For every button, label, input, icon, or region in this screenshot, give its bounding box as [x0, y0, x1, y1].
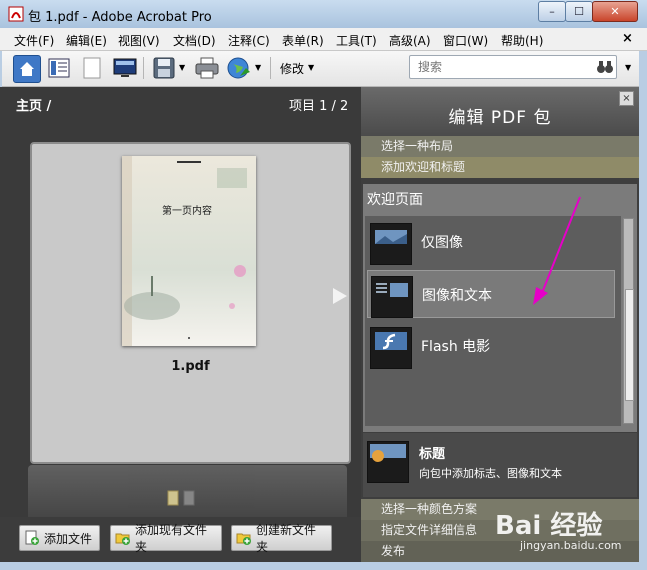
package-preview-pane: 主页 / 项目 1 / 2 第一页内容 1.pdf 添加文件 添加现有文件夹 创… [0, 87, 361, 562]
breadcrumb-home[interactable]: 主页 / [16, 95, 51, 114]
expand-panel-arrow-icon[interactable] [333, 288, 347, 304]
list-view-icon [48, 58, 70, 78]
window-frame [0, 562, 647, 570]
search-input[interactable] [416, 59, 588, 75]
search-box[interactable] [409, 55, 617, 79]
panel-header: 编辑 PDF 包 × [361, 87, 639, 136]
document-filename: 1.pdf [171, 359, 210, 374]
menu-view[interactable]: 视图(V) [118, 32, 160, 49]
options-scrollbar[interactable] [623, 218, 634, 424]
watermark-url: jingyan.baidu.com [520, 539, 622, 552]
presentation-view-button[interactable] [112, 55, 138, 81]
welcome-page-section: 欢迎页面 仅图像 图像和文本 Flash 电影 [363, 184, 637, 432]
watermark-logo: Bai 经验 [495, 511, 603, 541]
search-dropdown-icon[interactable]: ▼ [625, 63, 631, 72]
new-folder-icon [236, 533, 251, 545]
document-card[interactable]: 第一页内容 1.pdf [30, 142, 351, 464]
floppy-disk-icon [153, 57, 175, 79]
option-flash-movie[interactable]: Flash 电影 [367, 322, 615, 370]
flash-icon [370, 327, 412, 369]
save-dropdown-icon[interactable]: ▼ [179, 63, 185, 72]
page-icon [83, 57, 101, 79]
window-title: 包 1.pdf - Adobe Acrobat Pro [28, 10, 212, 25]
save-button[interactable] [151, 55, 177, 81]
title-section-description: 向包中添加标志、图像和文本 [419, 467, 562, 480]
bottom-toolbar: 添加文件 添加现有文件夹 创建新文件夹 [0, 517, 361, 562]
acrobat-icon [8, 6, 24, 22]
step-add-welcome-title[interactable]: 添加欢迎和标题 [361, 157, 639, 178]
menu-tools[interactable]: 工具(T) [336, 32, 377, 49]
add-existing-folder-button[interactable]: 添加现有文件夹 [110, 523, 222, 554]
title-thumbnail-icon [367, 441, 409, 483]
home-view-button[interactable] [13, 55, 41, 83]
menu-window[interactable]: 窗口(W) [443, 32, 488, 49]
title-section[interactable]: 标题 向包中添加标志、图像和文本 [363, 433, 637, 497]
toolbar-divider [270, 57, 271, 79]
title-section-name: 标题 [419, 447, 446, 462]
printer-icon [195, 57, 219, 79]
menu-bar: 文件(F) 编辑(E) 视图(V) 文档(D) 注释(C) 表单(R) 工具(T… [0, 28, 647, 51]
add-file-icon [25, 530, 39, 545]
image-only-thumbnail-icon [370, 223, 412, 265]
menu-document[interactable]: 文档(D) [173, 32, 216, 49]
monitor-icon [113, 58, 137, 77]
toolbar-divider [143, 57, 144, 79]
add-file-label: 添加文件 [44, 531, 93, 546]
menu-edit[interactable]: 编辑(E) [66, 32, 107, 49]
panel-close-button[interactable]: × [619, 91, 634, 106]
page-view-button[interactable] [79, 55, 105, 81]
item-counter: 项目 1 / 2 [289, 99, 349, 114]
document-strip [28, 465, 347, 525]
modify-dropdown-icon[interactable]: ▼ [308, 63, 314, 72]
page-content-text: 第一页内容 [162, 206, 212, 217]
edit-package-panel: 编辑 PDF 包 × 选择一种布局 添加欢迎和标题 欢迎页面 仅图像 图像和文本… [361, 87, 639, 562]
page-background-image [122, 156, 256, 346]
menu-help[interactable]: 帮助(H) [501, 32, 543, 49]
image-and-text-thumbnail-icon [371, 276, 413, 318]
add-existing-folder-label: 添加现有文件夹 [135, 523, 208, 554]
scrollbar-thumb[interactable] [625, 289, 634, 401]
page-indicator-icon[interactable] [166, 489, 198, 507]
title-bar: 包 1.pdf - Adobe Acrobat Pro – ☐ ✕ [0, 0, 647, 29]
option-label: 图像和文本 [422, 288, 492, 304]
share-button[interactable] [226, 55, 252, 81]
menu-close-button[interactable]: × [622, 31, 633, 46]
share-dropdown-icon[interactable]: ▼ [255, 63, 261, 72]
maximize-button[interactable]: ☐ [565, 1, 593, 22]
add-file-button[interactable]: 添加文件 [19, 525, 100, 551]
binoculars-icon[interactable] [596, 59, 614, 75]
annotation-arrow [533, 196, 581, 305]
window-frame [639, 51, 647, 562]
option-label: 仅图像 [421, 235, 463, 251]
menu-advanced[interactable]: 高级(A) [389, 32, 431, 49]
modify-menu-button[interactable]: 修改 [280, 60, 304, 77]
print-button[interactable] [194, 55, 220, 81]
list-view-button[interactable] [46, 55, 72, 81]
option-label: Flash 电影 [421, 339, 491, 355]
create-new-folder-button[interactable]: 创建新文件夹 [231, 523, 332, 554]
home-icon [20, 62, 34, 76]
document-thumbnail[interactable]: 第一页内容 [122, 156, 256, 346]
folder-add-icon [115, 533, 130, 545]
menu-file[interactable]: 文件(F) [14, 32, 54, 49]
step-choose-layout[interactable]: 选择一种布局 [361, 136, 639, 157]
create-new-folder-label: 创建新文件夹 [256, 523, 317, 554]
welcome-page-heading: 欢迎页面 [367, 192, 423, 208]
minimize-button[interactable]: – [538, 1, 566, 22]
menu-forms[interactable]: 表单(R) [282, 32, 324, 49]
menu-comments[interactable]: 注释(C) [228, 32, 270, 49]
globe-icon [227, 57, 250, 79]
close-window-button[interactable]: ✕ [592, 1, 638, 22]
panel-title: 编辑 PDF 包 [448, 108, 552, 128]
toolbar: ▼ ▼ 修改 ▼ ▼ [0, 51, 647, 87]
